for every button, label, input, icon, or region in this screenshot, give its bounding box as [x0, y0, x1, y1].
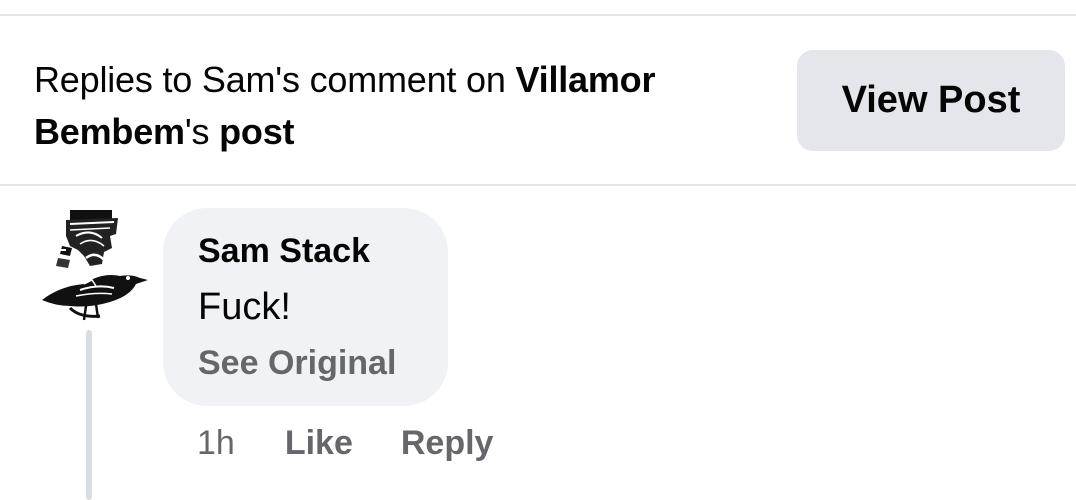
- view-post-button[interactable]: View Post: [797, 50, 1065, 151]
- see-original-link[interactable]: See Original: [198, 344, 396, 383]
- reply-thread-line: [86, 330, 92, 500]
- replies-title: Replies to Sam's comment on Villamor Bem…: [34, 54, 774, 158]
- like-button[interactable]: Like: [285, 424, 353, 463]
- comment-actions: 1h Like Reply: [197, 420, 541, 466]
- avatar[interactable]: [40, 206, 150, 324]
- header-divider: [0, 184, 1076, 186]
- title-possessive: 's: [184, 111, 220, 152]
- comment-text: Fuck!: [198, 286, 291, 328]
- comment-timestamp: 1h: [197, 423, 235, 462]
- post-link[interactable]: post: [219, 111, 294, 152]
- comment-author-name[interactable]: Sam Stack: [198, 232, 370, 271]
- replies-header: Replies to Sam's comment on Villamor Bem…: [0, 16, 1076, 185]
- bird-avatar-icon: [42, 210, 148, 321]
- reply-button[interactable]: Reply: [401, 424, 494, 463]
- comment-bubble[interactable]: Sam Stack Fuck! See Original: [163, 208, 448, 406]
- title-prefix: Replies to Sam's comment on: [34, 59, 516, 100]
